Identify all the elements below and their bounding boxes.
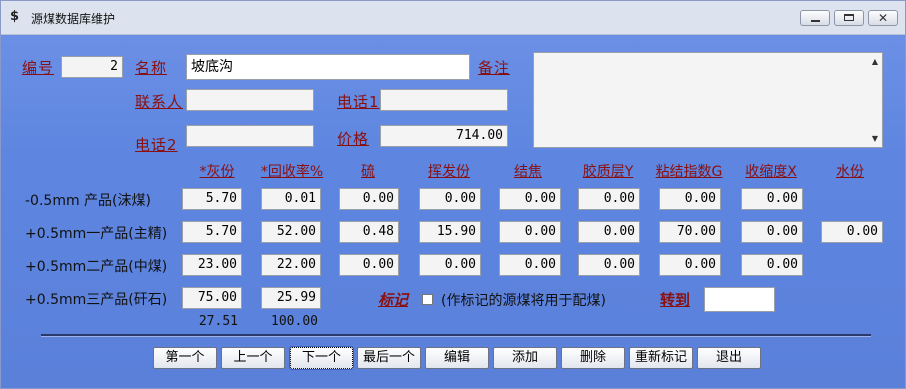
cell-2-6[interactable]: 0.00 [659, 254, 721, 276]
cell-1-8[interactable]: 0.00 [821, 221, 883, 243]
cell-0-0[interactable]: 5.70 [182, 188, 242, 210]
name-label: 名称 [135, 59, 168, 77]
price-field[interactable]: 714.00 [380, 125, 508, 147]
contact-field[interactable] [186, 89, 314, 111]
cell-2-1[interactable]: 22.00 [261, 254, 321, 276]
maximize-icon [844, 14, 854, 21]
close-icon: ✕ [877, 11, 889, 25]
phone2-label: 电话2 [135, 136, 178, 154]
cell-2-3[interactable]: 0.00 [419, 254, 481, 276]
title-bar[interactable]: $ 源煤数据库维护 ✕ [1, 1, 905, 35]
header-recovery: *回收率% [260, 164, 324, 180]
header-moisture: 水份 [836, 164, 864, 180]
close-button[interactable]: ✕ [868, 10, 898, 26]
cell-0-7[interactable]: 0.00 [741, 188, 803, 210]
name-field[interactable]: 坡底沟 [186, 54, 470, 80]
header-ash: *灰份 [199, 164, 235, 180]
cell-0-3[interactable]: 0.00 [419, 188, 481, 210]
cell-1-2[interactable]: 0.48 [339, 221, 399, 243]
minimize-icon [811, 20, 820, 22]
remark-button[interactable]: 重新标记 [629, 347, 693, 369]
minimize-button[interactable] [800, 10, 830, 26]
edit-button[interactable]: 编辑 [425, 347, 489, 369]
exit-button[interactable]: 退出 [697, 347, 761, 369]
notes-textarea[interactable]: ▲ ▼ [533, 52, 883, 148]
main-window: $ 源煤数据库维护 ✕ 编号 2 名称 坡底沟 备注 ▲ ▼ 联系人 电话1 电… [0, 0, 906, 389]
prev-button[interactable]: 上一个 [221, 347, 285, 369]
phone1-field[interactable] [380, 89, 508, 111]
cell-0-1[interactable]: 0.01 [261, 188, 321, 210]
cell-2-7[interactable]: 0.00 [741, 254, 803, 276]
row-label-3: +0.5mm三产品(矸石) [25, 292, 168, 308]
separator [41, 334, 871, 337]
cell-3-0[interactable]: 75.00 [182, 287, 242, 309]
id-field[interactable]: 2 [61, 56, 123, 78]
first-button[interactable]: 第一个 [153, 347, 217, 369]
cell-1-0[interactable]: 5.70 [182, 221, 242, 243]
goto-label: 转到 [660, 291, 691, 309]
goto-input[interactable] [704, 287, 775, 312]
header-volatile: 挥发份 [428, 164, 470, 180]
header-sulfur: 硫 [361, 164, 375, 180]
add-button[interactable]: 添加 [493, 347, 557, 369]
cell-2-2[interactable]: 0.00 [339, 254, 399, 276]
scroll-up-icon[interactable]: ▲ [872, 57, 878, 66]
scroll-down-icon[interactable]: ▼ [872, 134, 878, 143]
cell-1-4[interactable]: 0.00 [499, 221, 561, 243]
cell-1-1[interactable]: 52.00 [261, 221, 321, 243]
cell-0-4[interactable]: 0.00 [499, 188, 561, 210]
cell-2-4[interactable]: 0.00 [499, 254, 561, 276]
cell-0-6[interactable]: 0.00 [659, 188, 721, 210]
mark-label: 标记 [378, 291, 409, 309]
cell-2-0[interactable]: 23.00 [182, 254, 242, 276]
header-shrink-x: 收缩度X [745, 164, 797, 180]
cell-1-6[interactable]: 70.00 [659, 221, 721, 243]
cell-0-5[interactable]: 0.00 [578, 188, 640, 210]
next-button[interactable]: 下一个 [289, 346, 354, 370]
last-button[interactable]: 最后一个 [357, 347, 421, 369]
mark-note: (作标记的源煤将用于配煤) [441, 293, 606, 309]
row-label-2: +0.5mm二产品(中煤) [25, 259, 168, 275]
cell-3-1[interactable]: 25.99 [261, 287, 321, 309]
phone1-label: 电话1 [337, 93, 380, 111]
header-caking-g: 粘结指数G [655, 164, 723, 180]
header-coking: 结焦 [514, 164, 542, 180]
row-label-0: -0.5mm 产品(沫煤) [25, 193, 151, 209]
price-label: 价格 [337, 130, 370, 148]
cell-0-2[interactable]: 0.00 [339, 188, 399, 210]
contact-label: 联系人 [135, 93, 184, 111]
window-title: 源煤数据库维护 [31, 12, 116, 26]
row-label-1: +0.5mm一产品(主精) [25, 226, 168, 242]
cell-1-5[interactable]: 0.00 [578, 221, 640, 243]
delete-button[interactable]: 删除 [561, 347, 625, 369]
header-plastic-y: 胶质层Y [582, 164, 634, 180]
maximize-button[interactable] [834, 10, 864, 26]
total-ash: 27.51 [198, 314, 238, 329]
cell-2-5[interactable]: 0.00 [578, 254, 640, 276]
phone2-field[interactable] [186, 125, 314, 147]
id-label: 编号 [22, 59, 55, 77]
total-recovery: 100.00 [271, 314, 318, 329]
dollar-icon: $ [10, 9, 20, 24]
cell-1-3[interactable]: 15.90 [419, 221, 481, 243]
cell-1-7[interactable]: 0.00 [741, 221, 803, 243]
notes-label: 备注 [478, 59, 511, 77]
mark-checkbox[interactable] [422, 294, 433, 305]
